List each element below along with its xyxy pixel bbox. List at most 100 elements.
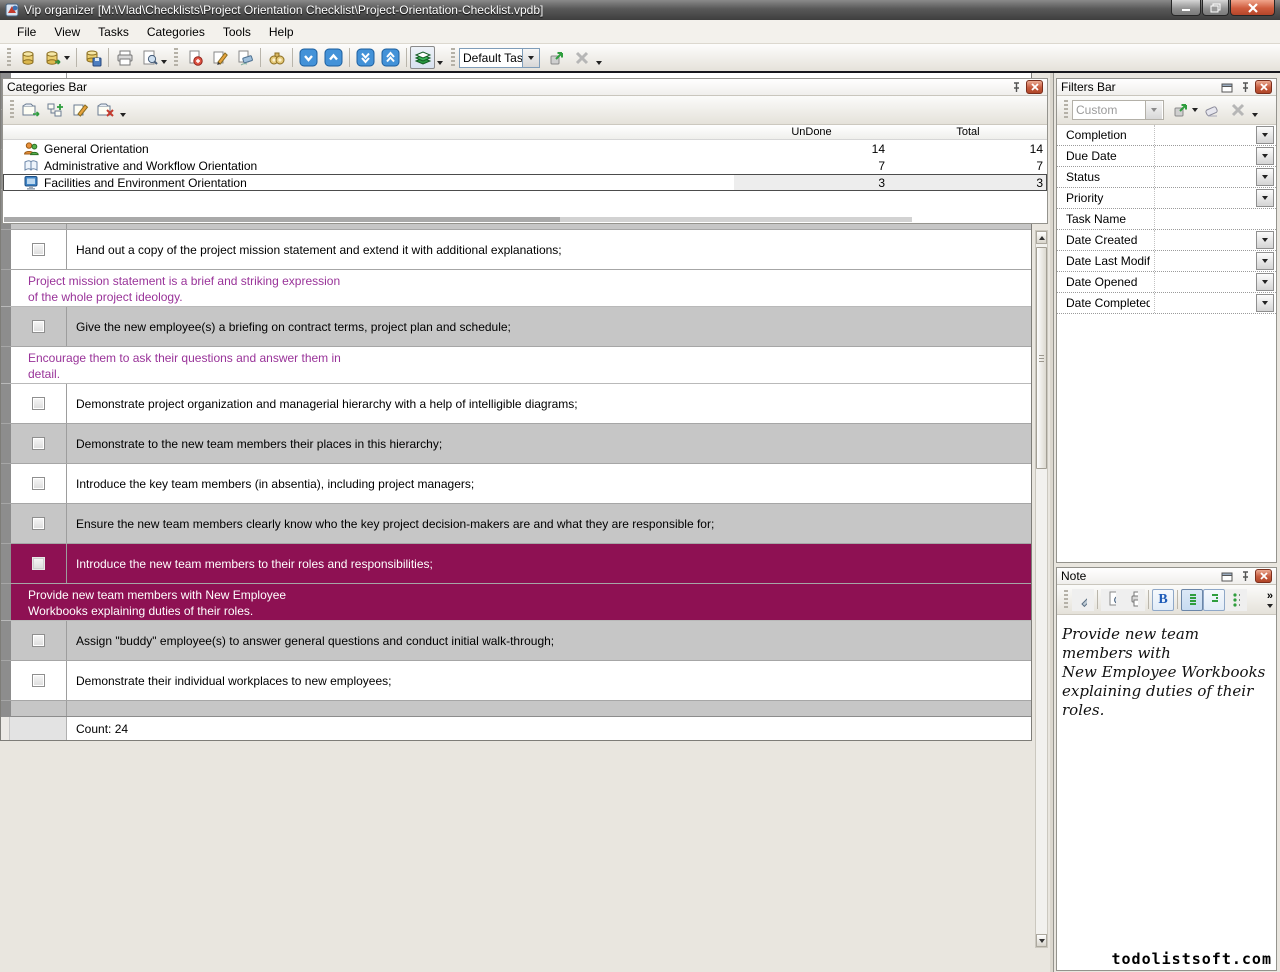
search-button[interactable] (264, 46, 289, 69)
edit-category-button[interactable] (68, 99, 93, 122)
apply-template-button[interactable] (544, 46, 569, 69)
task-template-select[interactable]: Default Task (459, 48, 540, 68)
task-row[interactable]: Assign "buddy" employee(s) to answer gen… (1, 621, 1031, 661)
task-checkbox[interactable] (32, 674, 45, 687)
filter-dropdown-button[interactable] (1256, 147, 1274, 165)
open-database-button[interactable] (40, 46, 73, 69)
filters-toolbar-overflow[interactable] (1252, 113, 1258, 117)
task-checkbox[interactable] (32, 437, 45, 450)
save-database-button[interactable] (80, 46, 105, 69)
menu-file[interactable]: File (8, 22, 45, 42)
note-row[interactable]: Encourage them to ask their questions an… (1, 347, 1031, 384)
scroll-up-arrow[interactable] (1036, 231, 1047, 244)
task-checkbox[interactable] (32, 243, 45, 256)
delete-category-button[interactable] (93, 99, 118, 122)
task-row-partial[interactable] (1, 701, 1031, 716)
filter-dropdown-button[interactable] (1256, 231, 1274, 249)
panel-splitter[interactable] (1050, 73, 1054, 972)
template-toolbar-overflow[interactable] (596, 61, 602, 65)
close-icon[interactable] (1026, 80, 1043, 94)
delete-filter-button[interactable] (1225, 99, 1250, 122)
task-checkbox[interactable] (32, 634, 45, 647)
scroll-down-arrow[interactable] (1036, 934, 1047, 947)
task-checkbox[interactable] (32, 320, 45, 333)
note-print-button[interactable] (1123, 589, 1145, 611)
print-button[interactable] (112, 46, 137, 69)
task-row[interactable]: Give the new employee(s) a briefing on c… (1, 307, 1031, 347)
menu-tools[interactable]: Tools (214, 22, 260, 42)
task-row[interactable]: Introduce the key team members (in absen… (1, 464, 1031, 504)
minimize-button[interactable] (1171, 0, 1201, 16)
move-up-button[interactable] (321, 46, 346, 69)
categories-toolbar-overflow[interactable] (120, 113, 126, 117)
task-list-vscrollbar[interactable] (1035, 230, 1048, 948)
pin-icon[interactable] (1237, 80, 1253, 94)
menu-help[interactable]: Help (260, 22, 303, 42)
task-template-dropdown-button[interactable] (522, 49, 539, 67)
note-content[interactable]: Provide new team members withNew Employe… (1057, 615, 1276, 720)
move-down-button[interactable] (296, 46, 321, 69)
filter-preset-dropdown-button[interactable] (1145, 101, 1162, 119)
clear-filter-button[interactable] (1200, 99, 1225, 122)
total-column-header[interactable]: Total (889, 126, 1047, 138)
filter-dropdown-button[interactable] (1256, 294, 1274, 312)
filter-dropdown-button[interactable] (1256, 189, 1274, 207)
edit-task-button[interactable] (207, 46, 232, 69)
restore-button[interactable] (1202, 0, 1229, 16)
category-row[interactable]: Facilities and Environment Orientation 3… (3, 174, 1047, 191)
close-icon[interactable] (1255, 569, 1272, 583)
task-row[interactable]: Demonstrate to the new team members thei… (1, 424, 1031, 464)
task-row[interactable]: Ensure the new team members clearly know… (1, 504, 1031, 544)
close-icon[interactable] (1255, 80, 1272, 94)
align-right-button[interactable] (1203, 589, 1225, 611)
scrollbar-thumb[interactable] (1036, 247, 1047, 469)
task-checkbox[interactable] (32, 477, 45, 490)
note-toolbar-options[interactable] (1267, 604, 1273, 608)
align-left-button[interactable] (1181, 589, 1203, 611)
category-row[interactable]: General Orientation 14 14 (3, 140, 1047, 157)
task-row[interactable]: Demonstrate project organization and man… (1, 384, 1031, 424)
task-checkbox[interactable] (32, 397, 45, 410)
pin-icon[interactable] (1237, 569, 1253, 583)
toolbar-grip[interactable] (1064, 100, 1068, 120)
new-database-button[interactable] (15, 46, 40, 69)
move-to-top-button[interactable] (378, 46, 403, 69)
notes-toggle-dropdown[interactable] (437, 61, 443, 65)
undone-column-header[interactable]: UnDone (734, 126, 889, 138)
categories-hscrollbar[interactable] (4, 217, 912, 222)
menu-tasks[interactable]: Tasks (89, 22, 138, 42)
toolbar-grip[interactable] (10, 100, 14, 120)
move-to-bottom-button[interactable] (353, 46, 378, 69)
filter-dropdown-button[interactable] (1256, 126, 1274, 144)
menu-view[interactable]: View (45, 22, 89, 42)
menu-categories[interactable]: Categories (138, 22, 214, 42)
note-row[interactable]: Project mission statement is a brief and… (1, 270, 1031, 307)
edit-note-button[interactable] (1072, 589, 1094, 611)
close-button[interactable] (1230, 0, 1275, 16)
remove-template-button[interactable] (569, 46, 594, 69)
note-preview-button[interactable] (1101, 589, 1123, 611)
bold-button[interactable]: B (1152, 589, 1174, 611)
pin-icon[interactable] (1008, 80, 1024, 94)
task-row[interactable]: Hand out a copy of the project mission s… (1, 230, 1031, 270)
bullet-list-button[interactable] (1225, 589, 1247, 611)
task-row[interactable]: Introduce the new team members to their … (1, 544, 1031, 584)
filter-dropdown-button[interactable] (1256, 168, 1274, 186)
task-checkbox[interactable] (32, 557, 45, 570)
notes-panel-toggle-button[interactable] (410, 46, 435, 69)
toolbar-grip[interactable] (7, 48, 11, 68)
filter-dropdown-button[interactable] (1256, 252, 1274, 270)
toolbar-grip[interactable] (174, 48, 178, 68)
toolbar-grip[interactable] (451, 48, 455, 68)
note-row[interactable]: Provide new team members with New Employ… (1, 584, 1031, 621)
filter-dropdown-button[interactable] (1256, 273, 1274, 291)
apply-filter-button[interactable] (1169, 99, 1200, 122)
new-subcategory-button[interactable] (43, 99, 68, 122)
task-checkbox[interactable] (32, 517, 45, 530)
delete-task-button[interactable] (232, 46, 257, 69)
toolbar-grip[interactable] (1064, 590, 1068, 610)
note-toolbar-overflow[interactable]: » (1267, 592, 1273, 601)
restore-panel-icon[interactable] (1219, 80, 1235, 94)
print-preview-button[interactable] (137, 46, 170, 69)
category-row[interactable]: Administrative and Workflow Orientation … (3, 157, 1047, 174)
